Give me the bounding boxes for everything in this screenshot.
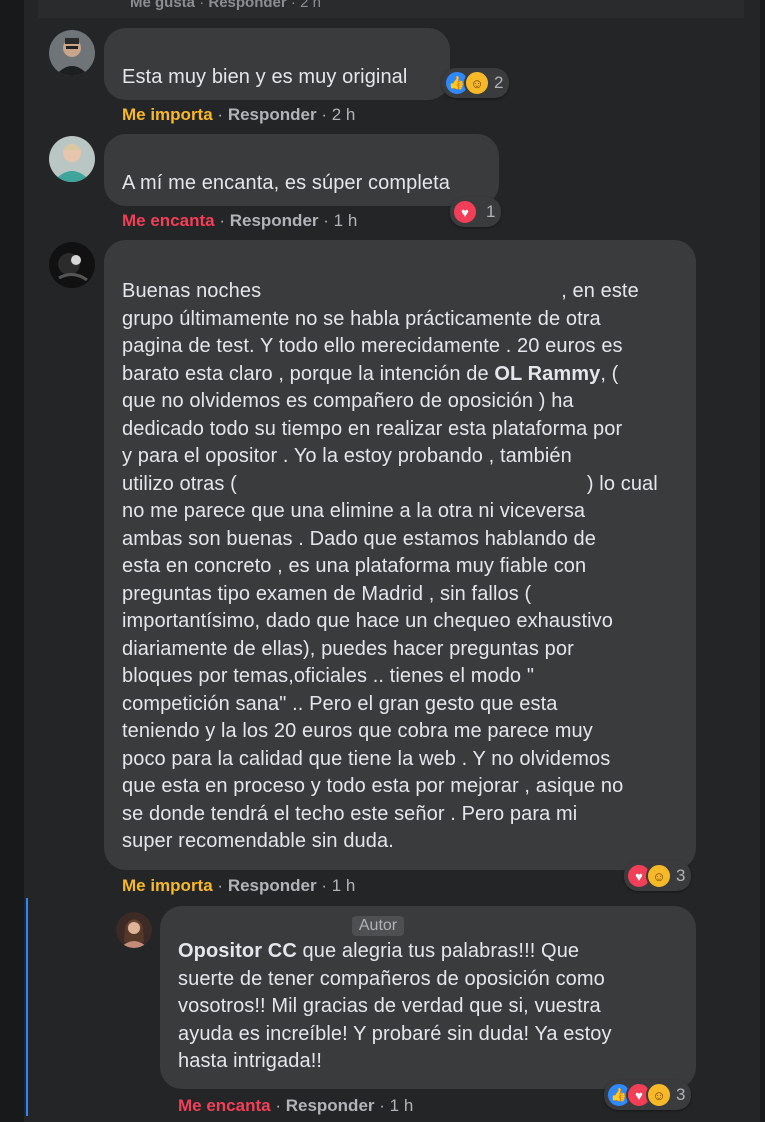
comment-text: Esta muy bien y es muy original — [122, 66, 408, 88]
avatar[interactable] — [49, 30, 95, 76]
reply-action[interactable]: Responder — [228, 105, 317, 124]
reply-action[interactable]: Responder — [208, 0, 286, 11]
reaction-summary[interactable]: ♥ ☺ 3 — [624, 861, 692, 891]
reaction-summary[interactable]: 👍 ☺ 2 — [442, 68, 510, 98]
comment-text: Opositor CC que alegria tus palabras!!! … — [178, 940, 612, 1072]
comment-actions: Me encanta · Responder · 1 h — [178, 1096, 414, 1115]
author-badge: Autor — [351, 916, 405, 936]
timestamp[interactable]: 1 h — [334, 211, 358, 230]
reply-action[interactable]: Responder — [286, 1096, 375, 1115]
reply-bubble: Autor Opositor CC que alegria tus palabr… — [160, 906, 696, 1089]
like-action[interactable]: Me gusta — [130, 0, 195, 11]
mention-link[interactable]: OL Rammy — [494, 363, 600, 385]
react-action[interactable]: Me importa — [122, 876, 213, 895]
reaction-summary[interactable]: ♥ 1 — [450, 197, 502, 227]
avatar[interactable] — [49, 136, 95, 182]
comment-bubble: Buenas noches, en este grupo últimamente… — [104, 240, 696, 870]
reply-action[interactable]: Responder — [228, 876, 317, 895]
timestamp[interactable]: 2 h — [300, 0, 321, 11]
timestamp[interactable]: 1 h — [332, 876, 356, 895]
previous-comment-actions: Me gusta · Responder · 2 h — [130, 0, 321, 11]
avatar[interactable] — [49, 242, 95, 288]
react-action[interactable]: Me importa — [122, 105, 213, 124]
mention-link[interactable]: Opositor CC — [178, 940, 297, 962]
reply-action[interactable]: Responder — [230, 211, 319, 230]
care-icon: ☺ — [646, 1082, 672, 1108]
care-icon: ☺ — [646, 863, 672, 889]
comment-bubble: A mí me encanta, es súper completa — [104, 134, 499, 206]
care-icon: ☺ — [464, 70, 490, 96]
timestamp[interactable]: 2 h — [332, 105, 356, 124]
comment-text: Buenas noches, en este grupo últimamente… — [122, 280, 658, 852]
react-action[interactable]: Me encanta — [122, 211, 215, 230]
reply-thread-line — [26, 898, 28, 1116]
love-icon: ♥ — [452, 199, 478, 225]
timestamp[interactable]: 1 h — [390, 1096, 414, 1115]
comment-bubble: Esta muy bien y es muy original — [104, 28, 450, 100]
react-action[interactable]: Me encanta — [178, 1096, 271, 1115]
comment-actions: Me importa · Responder · 2 h — [122, 105, 356, 124]
comment-text: A mí me encanta, es súper completa — [122, 172, 451, 194]
comment-actions: Me encanta · Responder · 1 h — [122, 211, 358, 230]
reaction-summary[interactable]: 👍 ♥ ☺ 3 — [604, 1080, 692, 1110]
comment-actions: Me importa · Responder · 1 h — [122, 876, 356, 895]
